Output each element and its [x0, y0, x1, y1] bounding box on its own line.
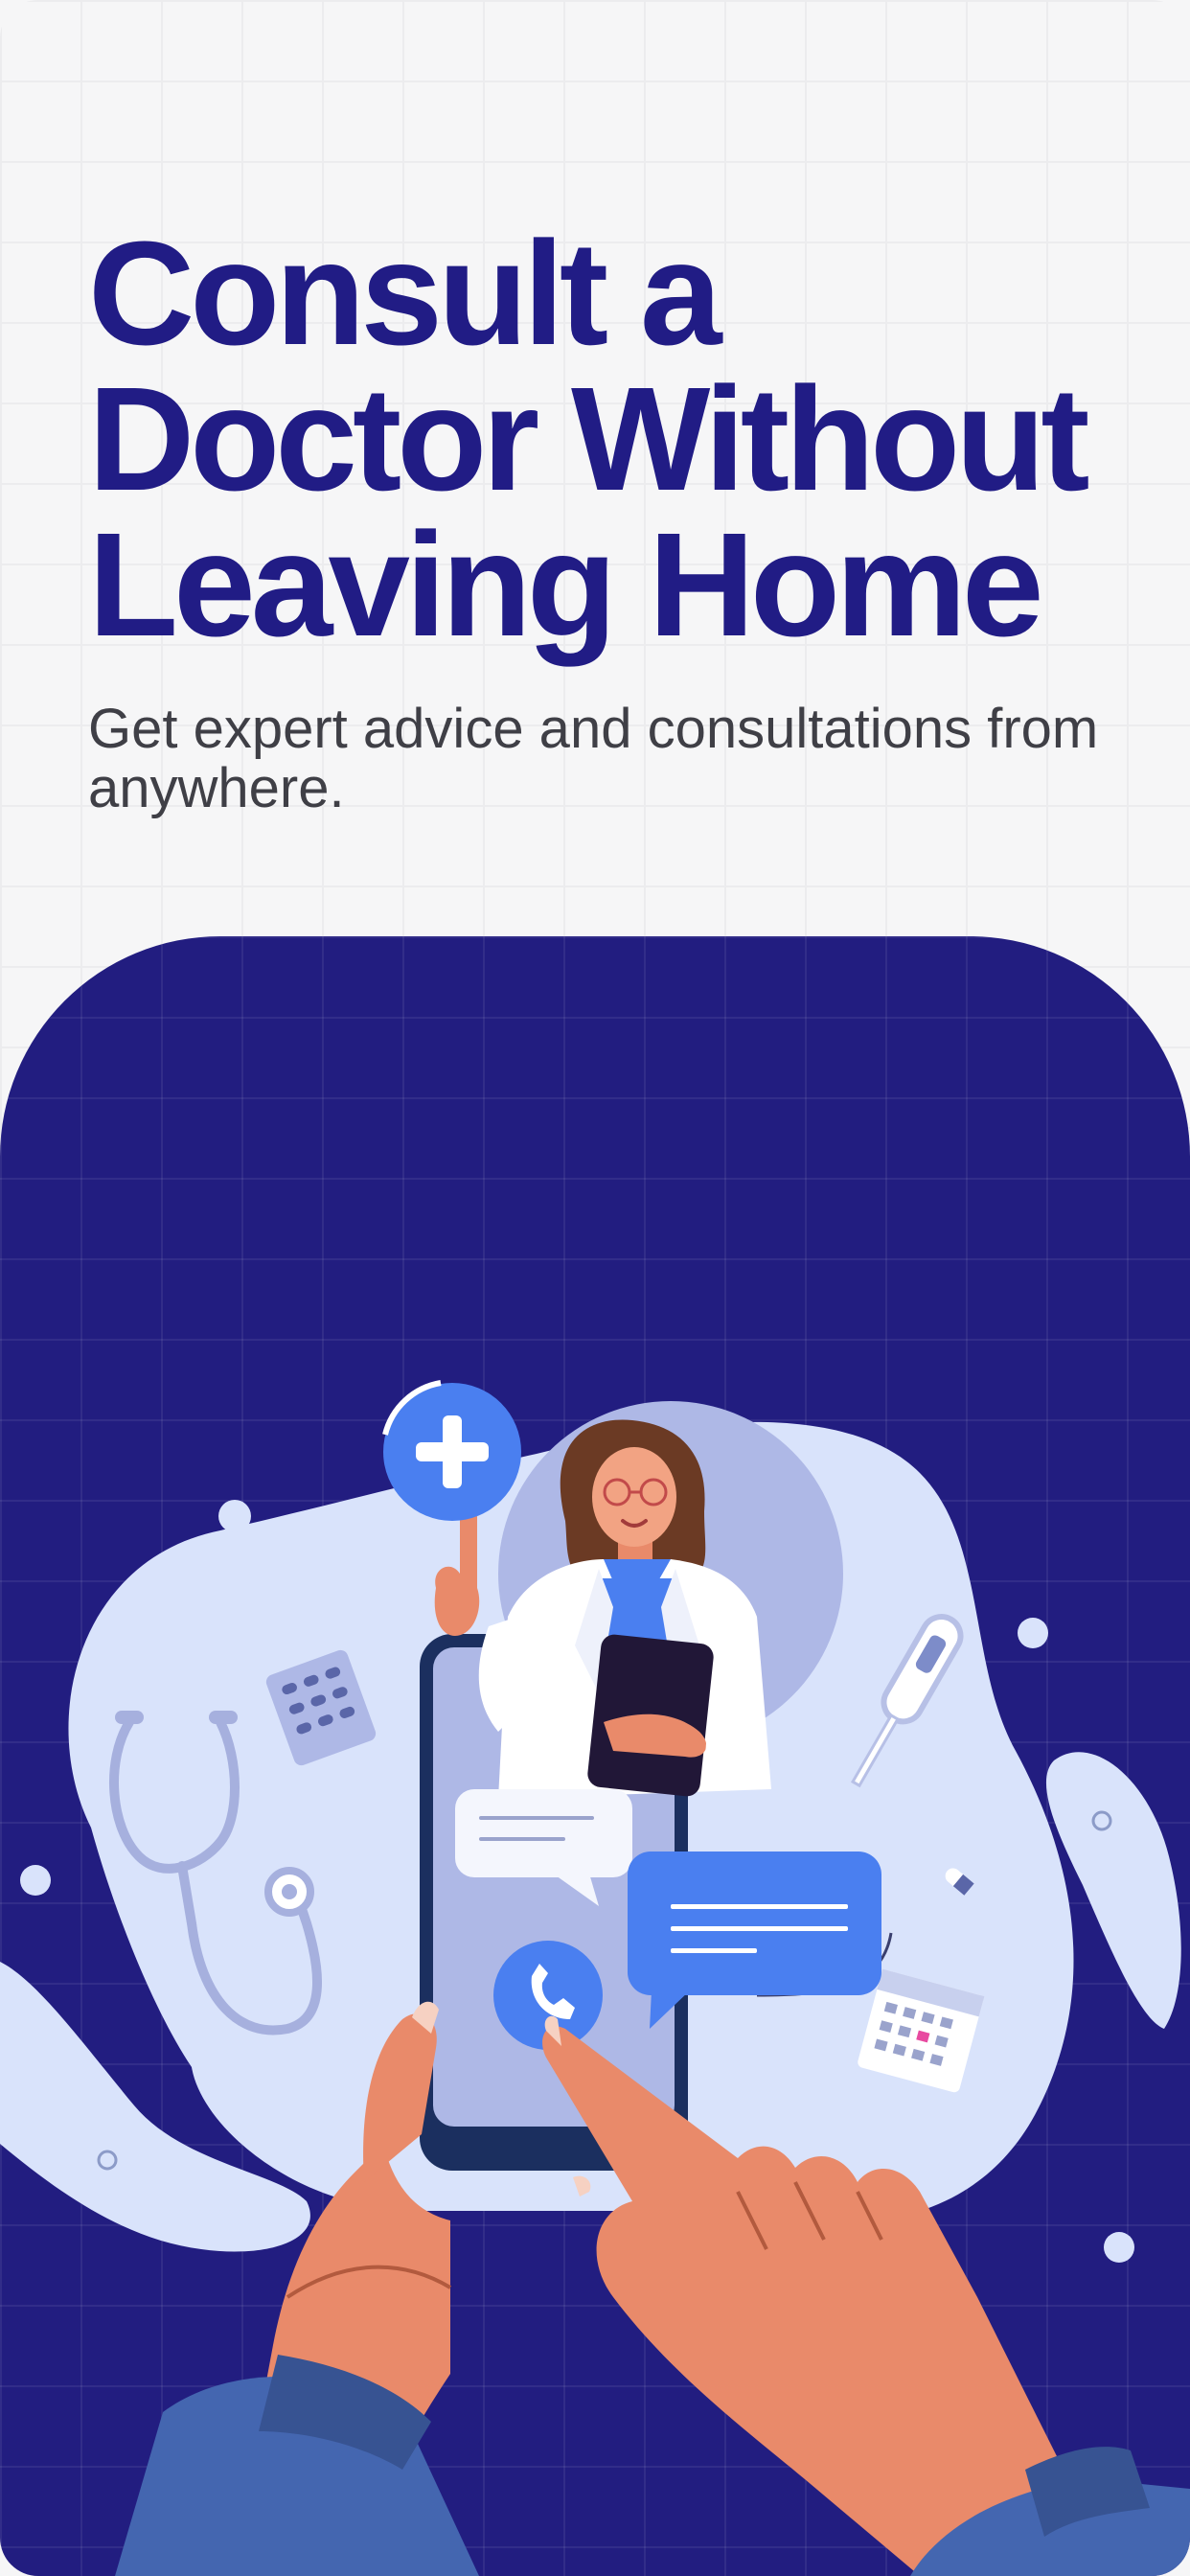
decor-dot	[218, 1500, 251, 1532]
illustration-panel	[0, 936, 1190, 2576]
title-line-1: Consult a	[88, 211, 722, 376]
telehealth-illustration	[0, 1380, 1190, 2576]
hero-text: Consult a Doctor Without Leaving Home Ge…	[88, 211, 1123, 818]
title-line-2: Doctor Without	[88, 356, 1090, 521]
page-subtitle: Get expert advice and consultations from…	[88, 698, 1099, 819]
decor-dot	[1104, 2232, 1134, 2263]
onboarding-screen: Consult a Doctor Without Leaving Home Ge…	[0, 0, 1190, 2576]
title-line-3: Leaving Home	[88, 502, 1044, 667]
decor-dot	[1018, 1618, 1048, 1648]
page-title: Consult a Doctor Without Leaving Home	[88, 211, 1123, 667]
decor-dot	[20, 1865, 51, 1896]
plus-icon	[382, 1380, 521, 1521]
